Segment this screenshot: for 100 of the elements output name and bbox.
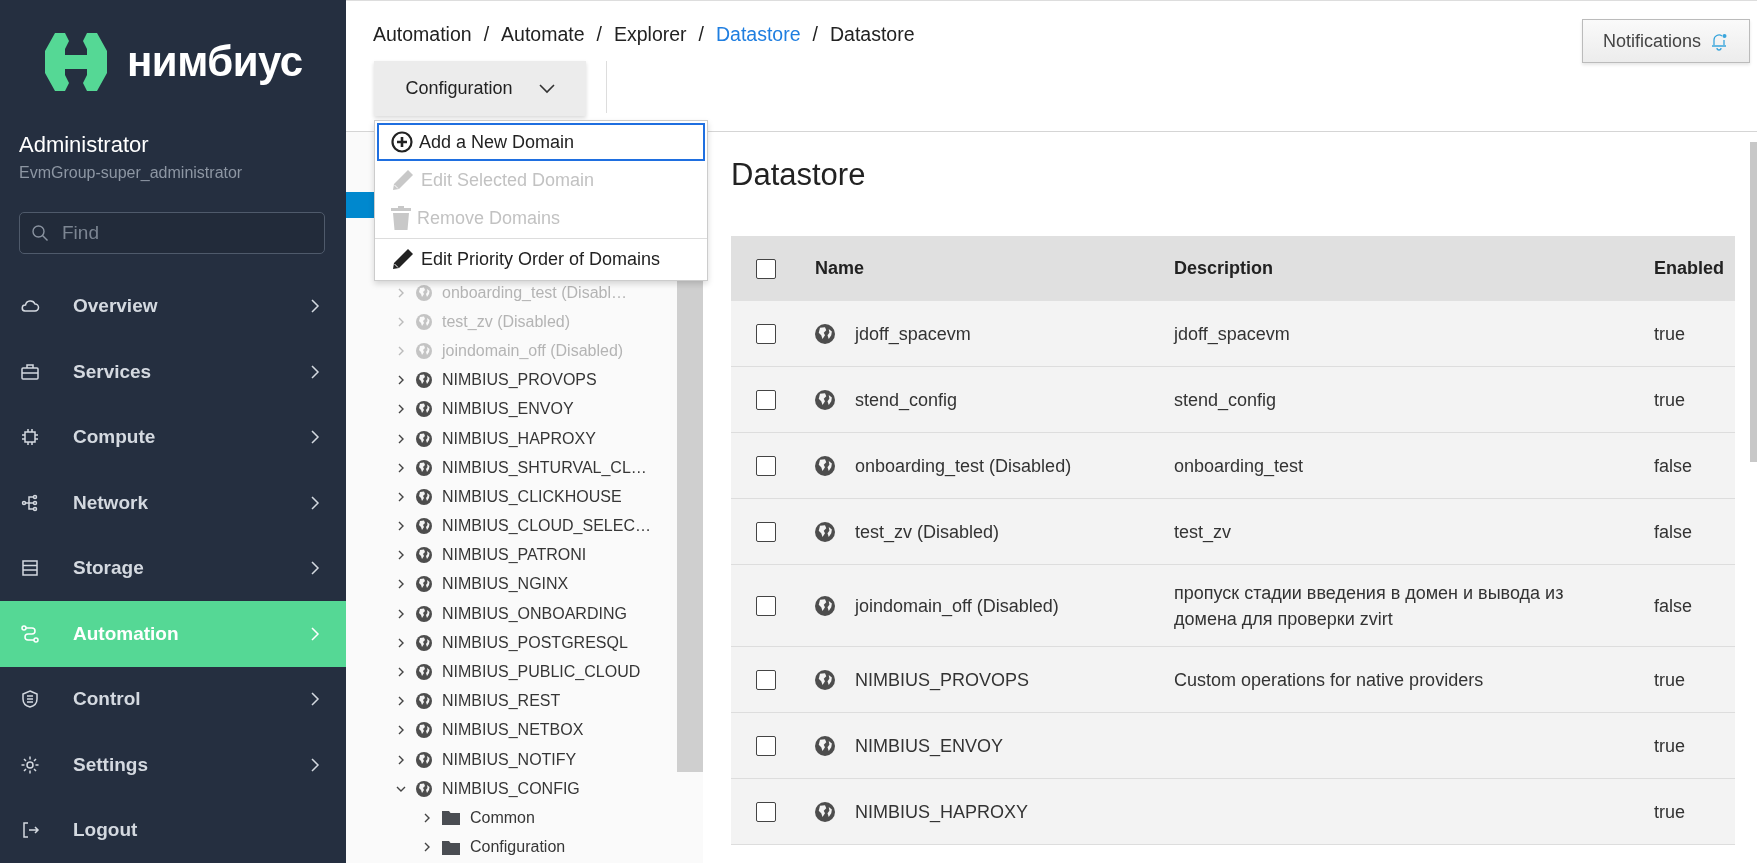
automation-icon (20, 623, 40, 644)
breadcrumb-item: Automation (373, 23, 472, 46)
globe-icon (815, 801, 835, 822)
tree-item[interactable]: NIMBIUS_CLICKHOUSE (442, 487, 622, 506)
globe-icon (416, 664, 432, 681)
globe-icon (815, 595, 835, 616)
tree-item[interactable]: NIMBIUS_HAPROXY (442, 429, 596, 448)
logout-icon (20, 820, 40, 841)
column-header[interactable]: Enabled (1654, 258, 1735, 279)
chevron-icon[interactable] (422, 812, 432, 823)
checkbox[interactable] (756, 669, 776, 690)
scrollbar[interactable] (1750, 142, 1757, 462)
chevron-icon[interactable] (396, 433, 406, 444)
search-field[interactable]: Find (19, 211, 325, 254)
chevron-icon[interactable] (396, 375, 406, 386)
tree-item[interactable]: NIMBIUS_ENVOY (442, 400, 574, 419)
table-cell: test_zv (1174, 521, 1232, 542)
pencil-icon (391, 247, 415, 271)
table-cell-text: joindomain_off (Disabled) (855, 594, 1059, 619)
chevron-icon[interactable] (396, 579, 406, 590)
checkbox[interactable] (756, 521, 776, 542)
table-cell-text: NIMBIUS_ENVOY (855, 734, 1004, 759)
settings-icon (20, 754, 40, 775)
pencil-icon (391, 168, 415, 192)
chevron-icon[interactable] (396, 462, 406, 473)
network-icon (20, 492, 40, 513)
checkbox[interactable] (756, 735, 776, 756)
table-cell: true (1654, 801, 1686, 822)
nav-item[interactable]: Storage (0, 535, 346, 601)
folder-icon (442, 839, 460, 855)
checkbox[interactable] (756, 595, 776, 616)
chevron-icon[interactable] (396, 608, 406, 619)
globe-icon (416, 751, 432, 768)
chevron-icon[interactable] (396, 491, 406, 502)
table-cell: false (1654, 455, 1693, 476)
table-cell-text: test_zv (Disabled) (855, 520, 1000, 545)
globe-icon (416, 547, 432, 564)
globe-icon (815, 735, 835, 756)
chevron-icon[interactable] (396, 725, 406, 736)
chevron-icon[interactable] (396, 696, 406, 707)
breadcrumb-link[interactable]: Datastore (716, 23, 801, 46)
list-icon (20, 558, 40, 579)
globe-icon (416, 605, 432, 622)
logo-icon (45, 33, 107, 92)
checkbox[interactable] (756, 323, 776, 344)
table-cell-text: jdoff_spacevm (855, 322, 971, 347)
nav-item[interactable]: Services (0, 339, 346, 405)
breadcrumb-item: Automate (501, 23, 585, 46)
globe-icon (815, 669, 835, 690)
table-cell: true (1654, 669, 1686, 690)
tree-item[interactable]: NIMBIUS_NOTIFY (442, 750, 577, 769)
checkbox[interactable] (756, 389, 776, 410)
tree-item[interactable]: NIMBIUS_CLOUD_SELEC… (442, 517, 651, 536)
caret-icon (538, 83, 555, 94)
table-cell: пропуск стадии введения в домен и вывода из домена для проверки zvirt (1174, 582, 1564, 629)
table-cell-text: NIMBIUS_PROVOPS (855, 668, 1030, 693)
column-header[interactable]: Name (815, 258, 1174, 279)
tree-item[interactable]: NIMBIUS_POSTGRESQL (442, 633, 628, 652)
logo-text: нимбиус (127, 38, 303, 87)
notifications-button[interactable]: Notifications (1581, 19, 1750, 63)
tree-item[interactable]: NIMBIUS_NETBOX (442, 721, 584, 740)
chevron-icon[interactable] (396, 404, 406, 415)
nav-item[interactable]: Overview (0, 273, 346, 339)
nav-item[interactable]: Compute (0, 404, 346, 470)
tree-item[interactable]: NIMBIUS_CONFIG (442, 779, 580, 798)
plus-circle-icon (391, 131, 413, 153)
tree-item[interactable]: NIMBIUS_PATRONI (442, 546, 587, 565)
tree-item[interactable]: NIMBIUS_SHTURVAL_CL… (442, 458, 647, 477)
trash-icon (391, 206, 411, 230)
chevron-icon[interactable] (396, 550, 406, 561)
tree-item[interactable]: NIMBIUS_PROVOPS (442, 371, 597, 390)
configuration-button[interactable]: Configuration (374, 61, 586, 116)
globe-icon (416, 722, 432, 739)
tree-item[interactable]: NIMBIUS_PUBLIC_CLOUD (442, 663, 641, 682)
globe-icon (416, 459, 432, 476)
globe-icon (416, 634, 432, 651)
nav-item[interactable]: Settings (0, 732, 346, 798)
tree-item[interactable]: Configuration (470, 838, 566, 857)
menu-item[interactable]: Edit Priority Order of Domains (377, 240, 705, 278)
breadcrumb-separator: / (483, 23, 490, 46)
table-cell: true (1654, 323, 1686, 344)
checkbox[interactable] (756, 801, 776, 822)
tree-item[interactable]: NIMBIUS_REST (442, 692, 561, 711)
nav-item[interactable]: Network (0, 470, 346, 536)
chevron-icon[interactable] (396, 667, 406, 678)
breadcrumb-item: Explorer (613, 23, 687, 46)
globe-icon (416, 693, 432, 710)
checkbox[interactable] (756, 455, 776, 476)
chevron-icon[interactable] (396, 521, 406, 532)
chevron-icon[interactable] (396, 754, 406, 765)
nav-item[interactable]: Control (0, 666, 346, 732)
tree-item[interactable]: NIMBIUS_NGINX (442, 575, 569, 594)
column-header[interactable]: Description (1174, 258, 1654, 279)
menu-item[interactable]: Add a New Domain (377, 123, 705, 161)
checkbox[interactable] (756, 258, 776, 279)
tree-item[interactable]: NIMBIUS_ONBOARDING (442, 604, 627, 623)
tree-item[interactable]: Common (470, 808, 535, 827)
nav-item[interactable]: Logout (0, 797, 346, 863)
chevron-icon[interactable] (396, 637, 406, 648)
chevron-icon[interactable] (422, 842, 432, 853)
